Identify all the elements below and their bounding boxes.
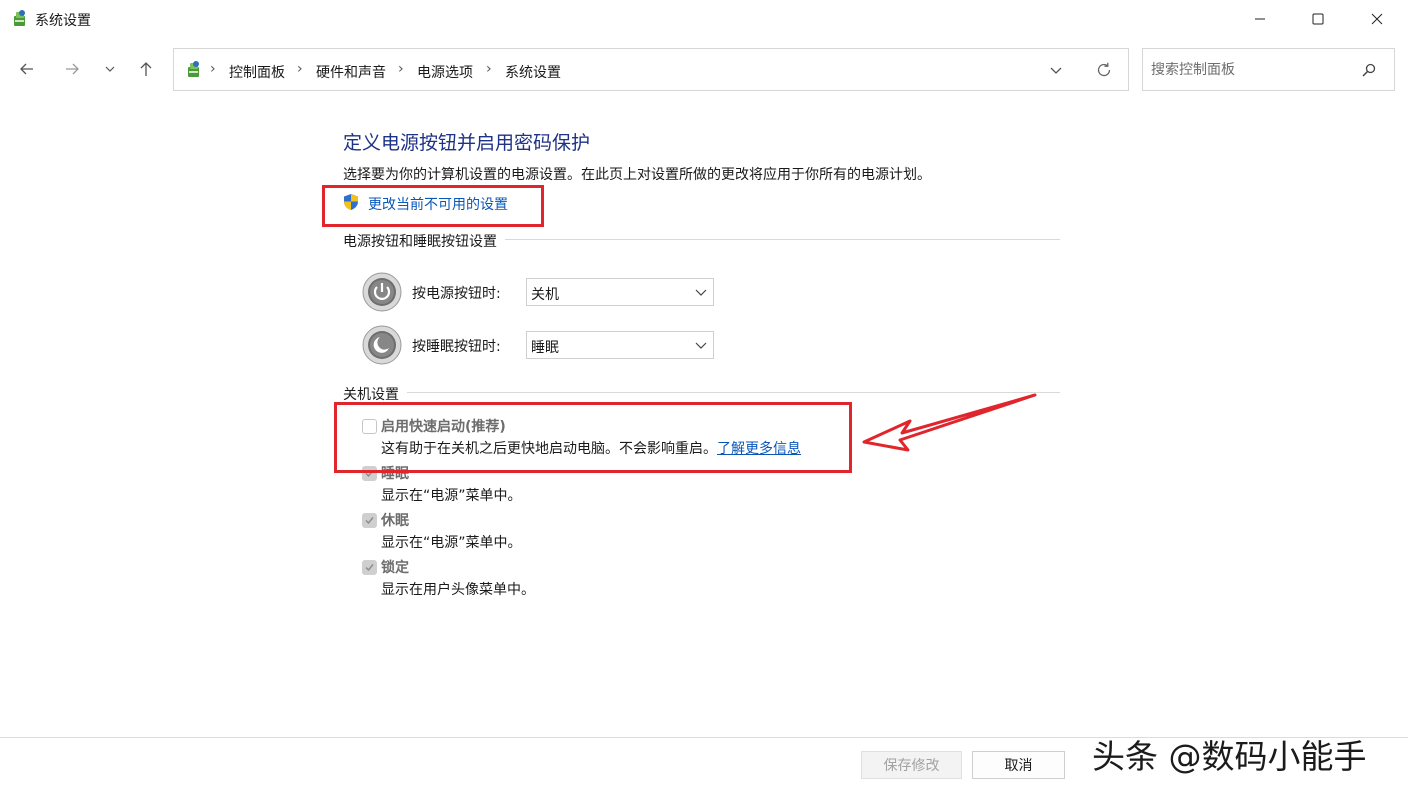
window-title: 系统设置 <box>35 13 91 29</box>
breadcrumb-item-power-options[interactable]: 电源选项 <box>417 62 473 82</box>
forward-button[interactable] <box>57 54 87 84</box>
minimize-button[interactable] <box>1231 0 1289 38</box>
search-icon <box>1362 63 1376 77</box>
arrow-up-icon <box>140 62 152 76</box>
close-button[interactable] <box>1348 0 1406 38</box>
maximize-button[interactable] <box>1289 0 1347 38</box>
page-title: 定义电源按钮并启用密码保护 <box>343 132 591 154</box>
breadcrumb-separator: › <box>210 61 216 77</box>
search-input[interactable] <box>1151 49 1351 90</box>
minimize-icon <box>1255 18 1265 20</box>
recent-locations-button[interactable] <box>96 54 124 84</box>
annotation-highlight-box <box>334 402 852 473</box>
page-description: 选择要为你的计算机设置的电源设置。在此页上对设置所做的更改将应用于你所有的电源计… <box>343 167 931 183</box>
chevron-down-icon <box>1050 67 1062 74</box>
sleep-button-icon <box>362 325 402 365</box>
refresh-button[interactable] <box>1095 61 1113 79</box>
arrow-left-icon <box>20 63 33 75</box>
maximize-icon <box>1312 13 1324 25</box>
cancel-button[interactable]: 取消 <box>972 751 1065 779</box>
section-heading-shutdown: 关机设置 <box>343 384 407 404</box>
breadcrumb-separator: › <box>297 61 303 77</box>
chevron-down-icon <box>695 289 707 296</box>
sleep-button-action-select[interactable]: 睡眠 <box>526 331 714 359</box>
breadcrumb-separator: › <box>486 61 492 77</box>
control-panel-icon <box>10 8 30 28</box>
select-value: 关机 <box>531 287 559 303</box>
up-button[interactable] <box>131 54 161 84</box>
sleep-button-action-label: 按睡眠按钮时: <box>412 339 501 355</box>
breadcrumb-item-system-settings[interactable]: 系统设置 <box>505 62 561 82</box>
power-button-action-label: 按电源按钮时: <box>412 286 501 302</box>
chevron-down-icon <box>695 342 707 349</box>
sleep-option-description: 显示在“电源”菜单中。 <box>381 488 522 504</box>
annotation-highlight-box <box>322 185 544 227</box>
chevron-down-icon <box>105 66 115 72</box>
back-button[interactable] <box>12 54 42 84</box>
address-history-dropdown[interactable] <box>1048 62 1064 78</box>
select-value: 睡眠 <box>531 340 559 356</box>
power-button-action-select[interactable]: 关机 <box>526 278 714 306</box>
checkmark-icon <box>365 517 374 525</box>
hibernate-option-description: 显示在“电源”菜单中。 <box>381 535 522 551</box>
refresh-icon <box>1097 62 1111 77</box>
control-panel-icon <box>184 59 204 79</box>
breadcrumb-item-control-panel[interactable]: 控制面板 <box>229 62 285 82</box>
close-icon <box>1371 13 1383 25</box>
hibernate-checkbox[interactable] <box>362 513 377 528</box>
power-button-icon <box>362 272 402 312</box>
search-box[interactable] <box>1142 48 1395 91</box>
search-button[interactable] <box>1361 62 1377 78</box>
save-changes-button[interactable]: 保存修改 <box>861 751 962 779</box>
breadcrumb-item-hardware-sound[interactable]: 硬件和声音 <box>316 62 386 82</box>
title-bar <box>0 0 1408 38</box>
hibernate-option-label: 休眠 <box>381 513 409 529</box>
lock-option-description: 显示在用户头像菜单中。 <box>381 582 535 598</box>
lock-option-label: 锁定 <box>381 560 409 576</box>
checkmark-icon <box>365 564 374 572</box>
watermark-text: 头条 @数码小能手 <box>1092 737 1367 776</box>
arrow-right-icon <box>66 63 79 75</box>
breadcrumb-separator: › <box>398 61 404 77</box>
annotation-arrow-icon <box>862 393 1037 452</box>
section-heading-power-buttons: 电源按钮和睡眠按钮设置 <box>343 231 505 251</box>
lock-checkbox[interactable] <box>362 560 377 575</box>
address-bar[interactable]: › 控制面板 › 硬件和声音 › 电源选项 › 系统设置 <box>173 48 1129 91</box>
